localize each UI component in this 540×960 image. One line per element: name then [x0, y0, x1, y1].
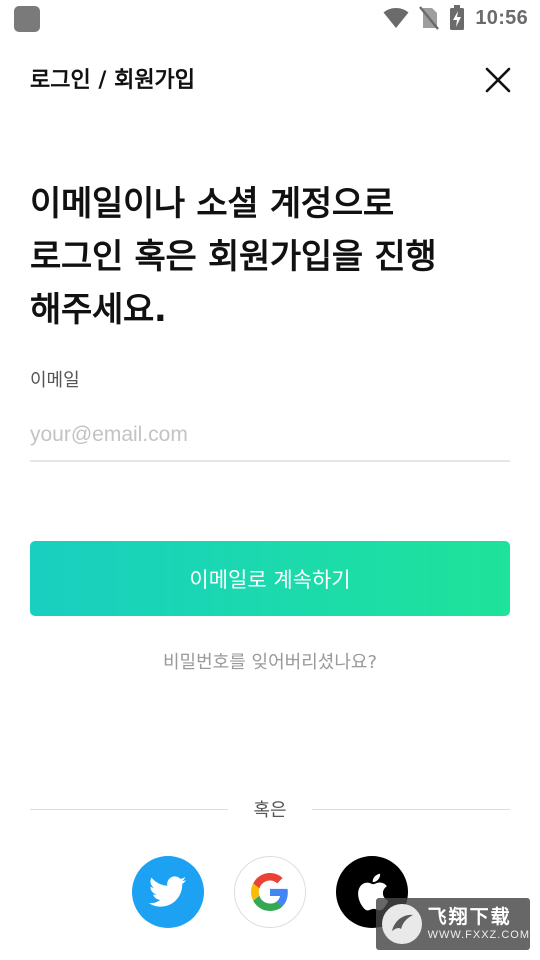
page-title: 로그인 / 회원가입 [30, 68, 196, 93]
forgot-password-link[interactable]: 비밀번호를 잊어버리셨나요? [0, 648, 540, 674]
status-bar: 10:56 [0, 0, 540, 36]
twitter-login-button[interactable] [132, 856, 204, 928]
continue-with-email-button[interactable]: 이메일로 계속하기 [30, 541, 510, 616]
app-icon [14, 6, 40, 32]
watermark: 飞翔下载 WWW.FXXZ.COM [376, 898, 530, 950]
status-icons: 10:56 [383, 0, 528, 36]
headline: 이메일이나 소셜 계정으로 로그인 혹은 회원가입을 진행 해주세요. [30, 184, 437, 330]
watermark-title: 飞翔下载 [427, 906, 512, 928]
watermark-url: WWW.FXXZ.COM [427, 929, 530, 941]
wifi-icon [383, 7, 409, 29]
google-icon [251, 873, 288, 911]
close-icon [485, 67, 511, 93]
email-label: 이메일 [30, 370, 80, 391]
watermark-logo [382, 904, 422, 944]
or-divider: 혹은 [30, 796, 510, 824]
email-field[interactable] [30, 410, 510, 462]
no-sim-icon [419, 6, 440, 30]
battery-charging-icon [449, 5, 465, 31]
divider-line-right [312, 809, 510, 810]
close-button[interactable] [478, 60, 518, 100]
continue-button-label: 이메일로 계속하기 [189, 567, 351, 592]
twitter-icon [149, 876, 187, 907]
google-login-button[interactable] [234, 856, 306, 928]
header: 로그인 / 회원가입 [0, 52, 540, 104]
status-time: 10:56 [475, 6, 528, 29]
